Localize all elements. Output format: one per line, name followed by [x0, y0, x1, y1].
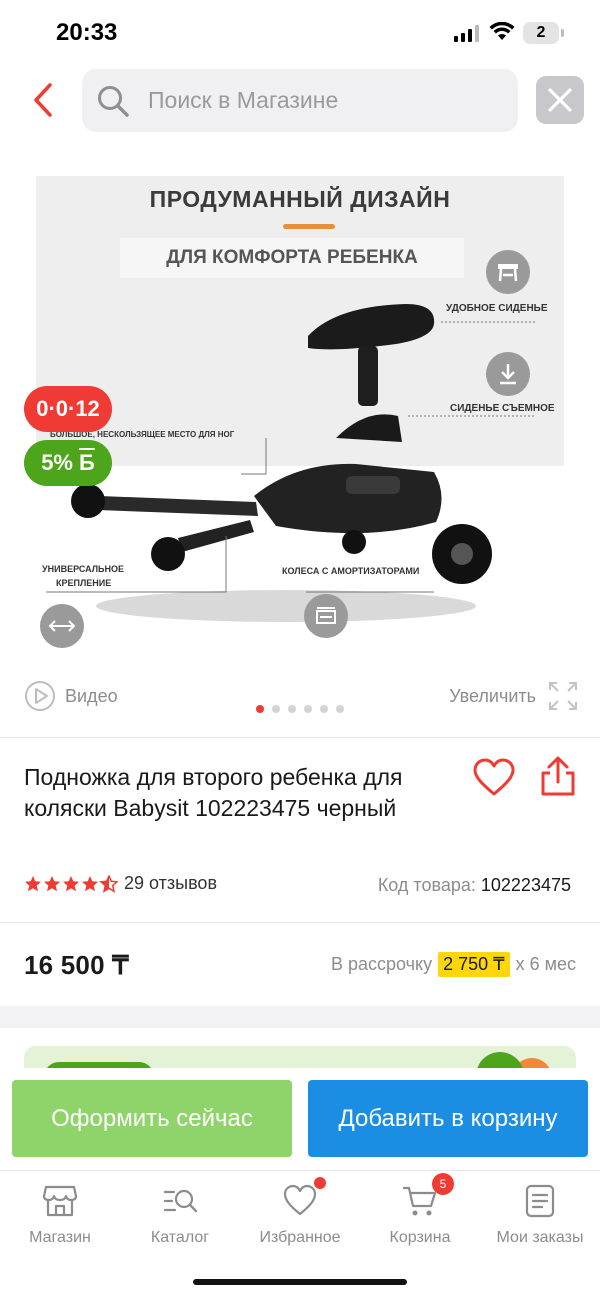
- tab-shop-label: Магазин: [29, 1229, 91, 1246]
- cart-count-badge: 5: [432, 1173, 454, 1195]
- arrows-horizontal-icon: [40, 604, 84, 648]
- product-image[interactable]: ПРОДУМАННЫЙ ДИЗАЙН ДЛЯ КОМФОРТА РЕБЕНКА …: [36, 176, 564, 656]
- close-search-button[interactable]: [536, 76, 584, 124]
- callout-removable: СИДЕНЬЕ СЪЕМНОЕ: [450, 403, 555, 414]
- share-icon: [541, 756, 575, 796]
- stool-icon: [486, 250, 530, 294]
- download-icon: [486, 352, 530, 396]
- bonus-badge: 5% Б: [24, 440, 112, 486]
- suspension-icon: [304, 594, 348, 638]
- status-time: 20:33: [56, 19, 118, 46]
- section-separator: [0, 1006, 600, 1028]
- board-illustration: [46, 304, 536, 622]
- rating[interactable]: 29 отзывов: [24, 873, 217, 894]
- expand-icon: [549, 682, 577, 710]
- divider: [0, 737, 600, 738]
- heart-icon: [283, 1184, 317, 1216]
- product-title: Подножка для второго ребенка для коляски…: [24, 764, 403, 821]
- tab-catalog-label: Каталог: [150, 1229, 210, 1246]
- bonus-percent: 5%: [41, 450, 73, 475]
- video-label: Видео: [65, 685, 118, 706]
- bottom-tab-bar: Магазин Каталог Избранное 5 Корзина Мои …: [0, 1170, 600, 1297]
- tab-orders-label: Мои заказы: [496, 1229, 584, 1246]
- chevron-left-icon: [34, 83, 52, 117]
- sku: Код товара: 102223475: [378, 875, 571, 896]
- price: 16 500 ₸: [24, 950, 129, 980]
- callout-mount-line2: КРЕПЛЕНИЕ: [56, 578, 112, 588]
- bonus-currency: Б: [78, 450, 95, 475]
- installment-amount: 2 750 ₸: [438, 952, 510, 977]
- pagination-dot[interactable]: [320, 705, 328, 713]
- share-button[interactable]: [538, 756, 578, 798]
- add-to-favorites-button[interactable]: [472, 758, 516, 798]
- zoom-label: Увеличить: [449, 685, 536, 706]
- star-icon: [25, 874, 118, 892]
- callout-seat: УДОБНОЕ СИДЕНЬЕ: [446, 303, 548, 314]
- wifi-icon: [489, 22, 515, 40]
- search-bar[interactable]: [82, 69, 518, 132]
- video-button[interactable]: Видео: [24, 680, 118, 712]
- catalog-search-icon: [163, 1189, 198, 1213]
- reviews-count[interactable]: 29 отзывов: [124, 873, 217, 894]
- favorites-notification-dot: [314, 1177, 326, 1189]
- callout-mount-line1: УНИВЕРСАЛЬНОЕ: [42, 564, 125, 574]
- close-icon: [548, 88, 572, 112]
- pagination-dot[interactable]: [272, 705, 280, 713]
- add-to-cart-button[interactable]: Добавить в корзину: [308, 1080, 588, 1157]
- tab-favorites-label: Избранное: [259, 1229, 341, 1246]
- cellular-signal-icon: [454, 25, 480, 42]
- sku-label: Код товара:: [377, 875, 476, 895]
- battery-indicator: 2: [523, 22, 564, 44]
- search-input[interactable]: [148, 87, 488, 114]
- pagination-dot[interactable]: [256, 705, 264, 713]
- heart-icon: [473, 758, 515, 796]
- installment-prefix: В рассрочку: [330, 954, 433, 974]
- pagination-dot[interactable]: [288, 705, 296, 713]
- store-icon: [42, 1185, 78, 1217]
- back-button[interactable]: [28, 80, 58, 120]
- image-pagination: [256, 705, 344, 713]
- installment-info[interactable]: В рассрочку 2 750 ₸ х 6 мес: [331, 952, 576, 977]
- installment-suffix: х 6 мес: [515, 954, 576, 974]
- zoom-button[interactable]: Увеличить: [449, 680, 578, 712]
- play-icon: [25, 681, 55, 711]
- pagination-dot[interactable]: [304, 705, 312, 713]
- pagination-dot[interactable]: [336, 705, 344, 713]
- tab-cart[interactable]: 5 Корзина: [360, 1173, 480, 1247]
- home-indicator: [193, 1279, 407, 1285]
- orders-list-icon: [525, 1184, 555, 1218]
- tab-orders[interactable]: Мои заказы: [480, 1183, 600, 1247]
- tab-catalog[interactable]: Каталог: [120, 1183, 240, 1247]
- divider: [0, 922, 600, 923]
- rating-stars: [24, 874, 118, 893]
- action-bar: Оформить сейчас Добавить в корзину: [0, 1068, 600, 1168]
- callout-wheels: КОЛЕСА С АМОРТИЗАТОРАМИ: [282, 566, 420, 576]
- status-bar: 20:33 2: [0, 0, 600, 62]
- tab-cart-label: Корзина: [389, 1229, 451, 1246]
- buy-now-button[interactable]: Оформить сейчас: [12, 1080, 292, 1157]
- countdown-badge: 0·0·12: [24, 386, 112, 432]
- search-icon: [98, 85, 129, 117]
- tab-shop[interactable]: Магазин: [0, 1183, 120, 1247]
- tab-favorites[interactable]: Избранное: [240, 1177, 360, 1247]
- sku-value: 102223475: [480, 875, 571, 895]
